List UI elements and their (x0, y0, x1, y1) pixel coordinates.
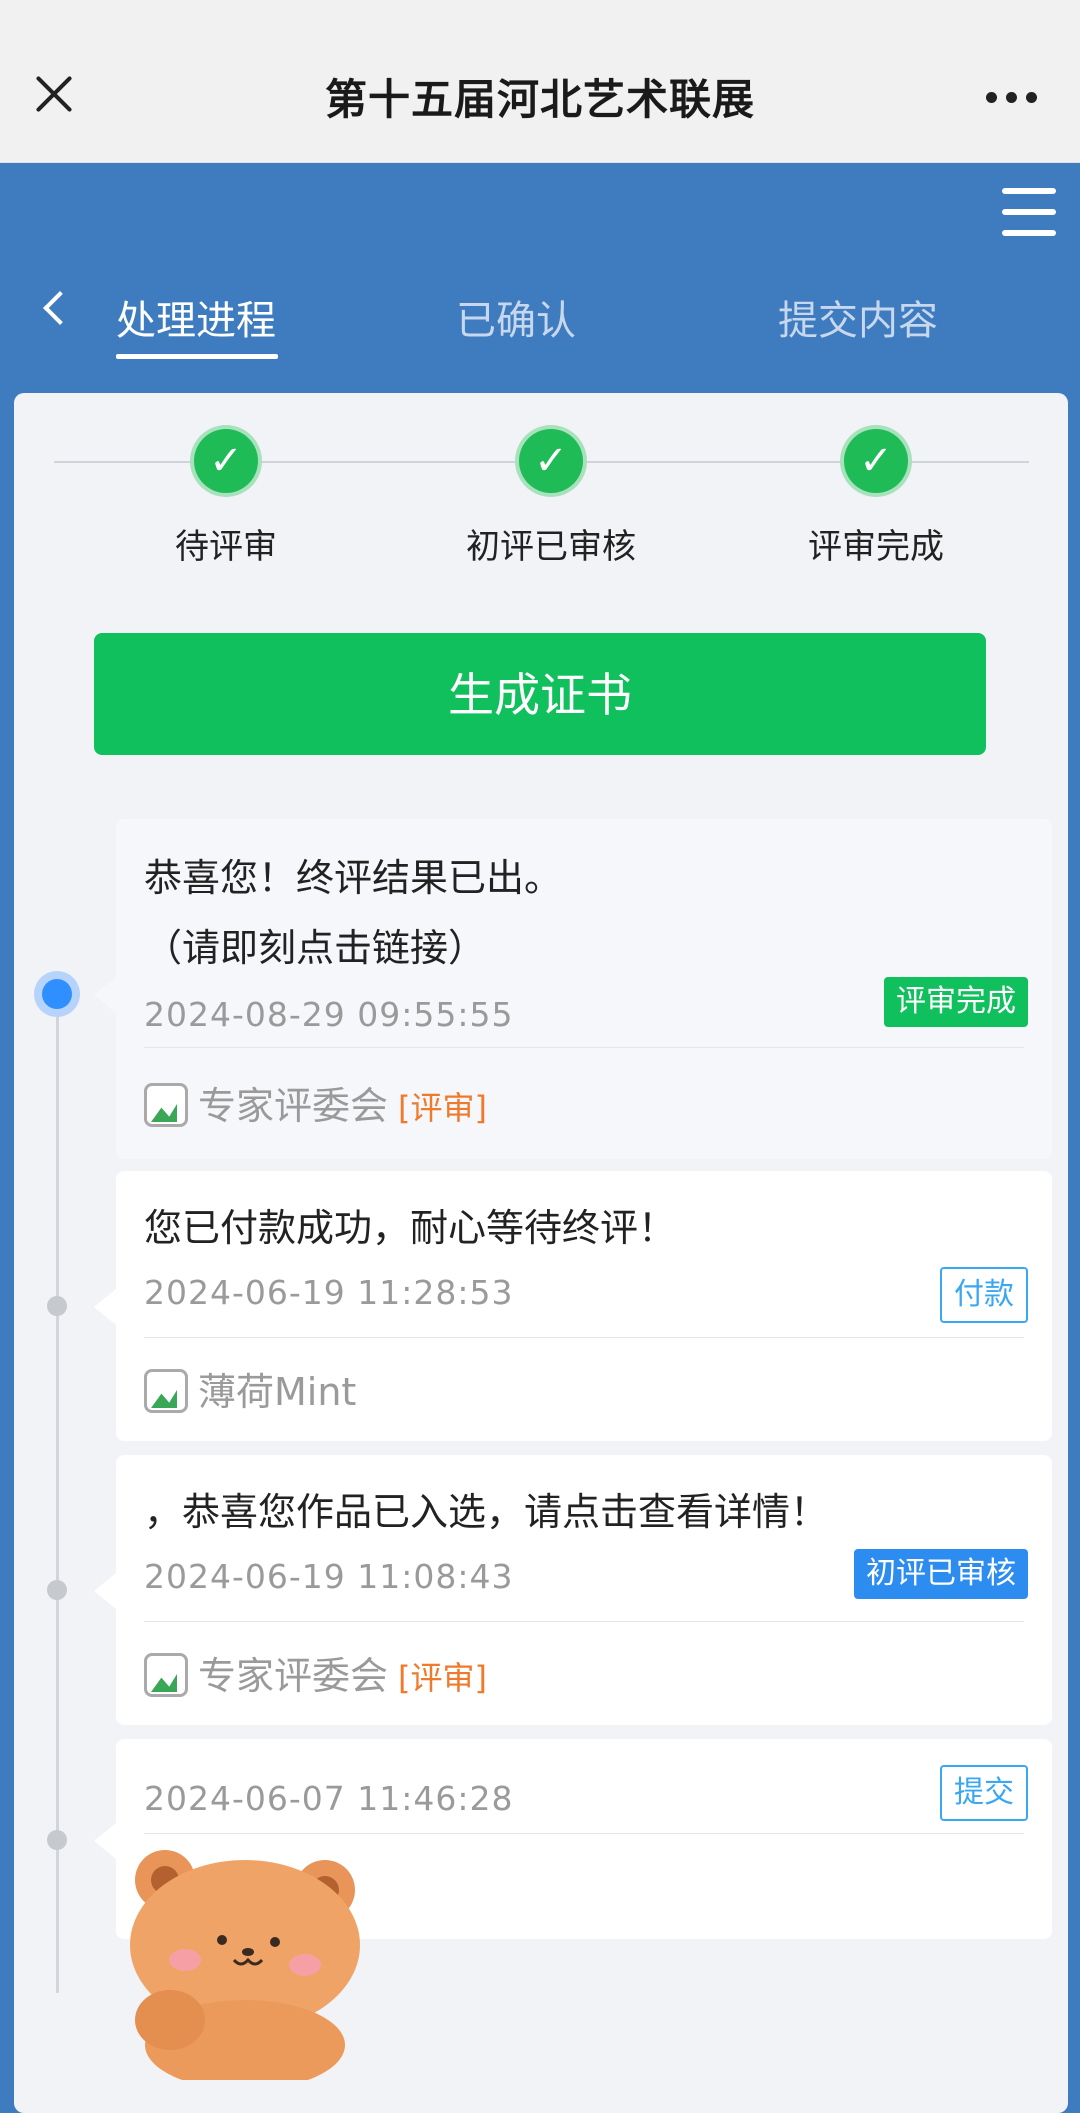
tab-confirmed[interactable]: 已确认 (456, 288, 576, 346)
timeline-dot (47, 1830, 67, 1850)
active-tab-indicator (116, 354, 278, 359)
teddy-bear-sticker (130, 1850, 360, 2080)
message-link-text[interactable]: （请即刻点击链接） (144, 913, 486, 983)
message-text: ，恭喜您作品已入选，请点击查看详情！ (144, 1490, 829, 1534)
timeline-card[interactable]: 您已付款成功，耐心等待终评！ 2024-06-19 11:28:53 付款 薄荷… (94, 1171, 1052, 1441)
divider (144, 1621, 1024, 1622)
menu-icon[interactable] (1002, 188, 1056, 236)
timeline-dot (47, 1580, 67, 1600)
check-icon: ✓ (194, 429, 258, 493)
back-arrow-icon[interactable] (43, 291, 77, 325)
status-badge: 评审完成 (884, 977, 1028, 1027)
avatar-image-icon (144, 1369, 188, 1413)
timeline-dot-active (42, 979, 72, 1009)
timestamp: 2024-06-19 11:28:53 (144, 1273, 514, 1312)
message-text: 恭喜您！终评结果已出。 (144, 856, 563, 900)
author-name: 专家评委会 (198, 1084, 389, 1128)
tab-process[interactable]: 处理进程 (116, 288, 276, 346)
author-role: [评审] (398, 1089, 487, 1127)
step-initial-reviewed: ✓ 初评已审核 (441, 429, 661, 568)
check-icon: ✓ (844, 429, 908, 493)
timestamp: 2024-06-19 11:08:43 (144, 1557, 514, 1596)
check-icon: ✓ (519, 429, 583, 493)
step-label: 初评已审核 (466, 527, 636, 567)
author-role: [评审] (398, 1659, 487, 1697)
generate-certificate-button[interactable]: 生成证书 (94, 633, 986, 755)
avatar-image-icon (144, 1083, 188, 1127)
status-badge: 提交 (940, 1765, 1028, 1821)
status-badge: 付款 (940, 1267, 1028, 1323)
timeline-card[interactable]: 恭喜您！终评结果已出。 （请即刻点击链接） 2024-08-29 09:55:5… (94, 819, 1052, 1159)
author-name: 专家评委会 (198, 1654, 389, 1698)
author-name: 薄荷Mint (198, 1370, 357, 1414)
step-pending-review: ✓ 待评审 (116, 429, 336, 568)
author-line: 专家评委会 [评审] (144, 1645, 487, 1700)
step-review-complete: ✓ 评审完成 (766, 429, 986, 568)
avatar-image-icon (144, 1653, 188, 1697)
app-topbar: 第十五届河北艺术联展 (0, 0, 1080, 163)
divider (144, 1047, 1024, 1048)
page-title: 第十五届河北艺术联展 (324, 75, 755, 124)
author-line: 薄荷Mint (144, 1361, 356, 1416)
step-label: 待评审 (175, 527, 277, 567)
timestamp: 2024-08-29 09:55:55 (144, 995, 514, 1034)
timestamp: 2024-06-07 11:46:28 (144, 1779, 514, 1818)
more-options-icon[interactable] (986, 92, 1038, 104)
author-line: 专家评委会 [评审] (144, 1075, 487, 1130)
timeline-card[interactable]: ，恭喜您作品已入选，请点击查看详情！ 2024-06-19 11:08:43 初… (94, 1455, 1052, 1725)
message-text: 您已付款成功，耐心等待终评！ (144, 1206, 677, 1250)
status-badge: 初评已审核 (854, 1549, 1028, 1599)
divider (144, 1337, 1024, 1338)
tab-submitted-content[interactable]: 提交内容 (778, 288, 938, 346)
timeline-dot (47, 1296, 67, 1316)
tab-bar: 处理进程 已确认 提交内容 (0, 270, 1080, 370)
step-label: 评审完成 (808, 527, 944, 567)
